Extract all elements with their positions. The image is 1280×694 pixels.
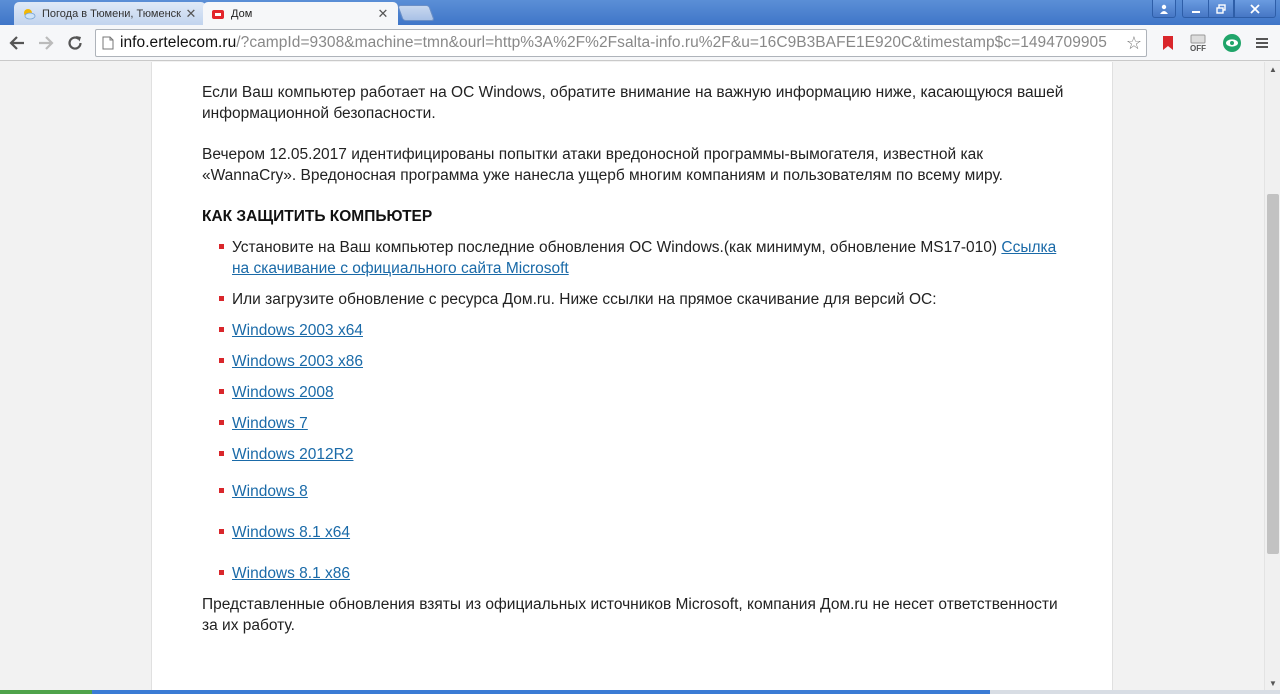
scrollbar-thumb[interactable] [1267,194,1279,554]
content-card: Если Ваш компьютер работает на ОС Window… [151,62,1113,690]
tab-weather[interactable]: Погода в Тюмени, Тюменск ✕ [14,2,206,25]
intro-paragraph-2: Вечером 12.05.2017 идентифицированы попы… [202,146,1003,184]
list-item: Windows 8.1 x86 [219,563,1072,584]
tab-dom[interactable]: Дом ✕ [203,2,398,25]
new-tab-button[interactable] [397,5,435,21]
restore-button[interactable] [1208,0,1234,18]
link-windows-8[interactable]: Windows 8 [232,483,308,500]
off-extension-icon[interactable]: OFF [1188,33,1210,53]
taskbar-edge [0,690,1280,694]
list-item: Windows 2003 x86 [219,351,1072,372]
svg-text:OFF: OFF [1190,44,1206,52]
forward-arrow-icon [39,36,54,50]
list-item: Windows 2012R2 [219,444,1072,465]
tab-title: Дом [231,7,253,20]
link-windows-8-1-x86[interactable]: Windows 8.1 x86 [232,565,350,582]
bookmark-extension-icon[interactable] [1160,33,1176,53]
list-item: Windows 2003 x64 [219,320,1072,341]
menu-icon[interactable] [1252,33,1272,53]
link-windows-8-1-x64[interactable]: Windows 8.1 x64 [232,524,350,541]
link-windows-7[interactable]: Windows 7 [232,415,308,432]
minimize-button[interactable] [1182,0,1209,18]
eye-extension-icon[interactable] [1221,33,1243,53]
link-windows-2003-x64[interactable]: Windows 2003 x64 [232,322,363,339]
bookmark-star-icon[interactable]: ☆ [1122,33,1146,54]
link-windows-2003-x86[interactable]: Windows 2003 x86 [232,353,363,370]
list-item: Windows 8.1 x64 [219,522,1072,543]
forward-button[interactable] [34,31,58,55]
list-item: Или загрузите обновление с ресурса Дом.r… [219,289,1072,310]
list-item: Windows 8 [219,481,1072,502]
scroll-down-arrow-icon[interactable]: ▼ [1265,676,1280,690]
page-icon [96,36,120,50]
tab-strip: Погода в Тюмени, Тюменск ✕ Дом ✕ [0,0,1280,25]
window-close-button[interactable] [1234,0,1276,18]
page-viewport: Если Ваш компьютер работает на ОС Window… [0,62,1264,690]
list-item: Установите на Ваш компьютер последние об… [219,237,1072,279]
section-heading: КАК ЗАЩИТИТЬ КОМПЬЮТЕР [202,208,433,225]
address-bar[interactable]: info.ertelecom.ru/?campId=9308&machine=t… [95,29,1147,57]
browser-toolbar: info.ertelecom.ru/?campId=9308&machine=t… [0,25,1280,61]
close-icon[interactable]: ✕ [184,6,198,22]
list-item: Windows 2008 [219,382,1072,403]
back-arrow-icon [9,36,24,50]
back-button[interactable] [5,31,29,55]
vertical-scrollbar[interactable]: ▲ ▼ [1264,62,1280,690]
footer-paragraph: Представленные обновления взяты из офици… [202,596,1058,634]
close-icon[interactable]: ✕ [376,6,390,22]
article: Если Ваш компьютер работает на ОС Window… [202,82,1072,656]
reload-button[interactable] [63,31,87,55]
reload-icon [68,36,82,50]
list-item: Windows 7 [219,413,1072,434]
intro-paragraph-1: Если Ваш компьютер работает на ОС Window… [202,84,1064,122]
link-windows-2008[interactable]: Windows 2008 [232,384,334,401]
weather-icon [22,7,36,21]
dom-ru-icon [211,7,225,21]
instructions-list: Установите на Ваш компьютер последние об… [219,237,1072,584]
url-text: info.ertelecom.ru/?campId=9308&machine=t… [120,34,1107,51]
tab-title: Погода в Тюмени, Тюменск [42,7,181,20]
link-windows-2012r2[interactable]: Windows 2012R2 [232,446,353,463]
user-icon[interactable] [1152,0,1176,18]
scroll-up-arrow-icon[interactable]: ▲ [1265,62,1280,76]
